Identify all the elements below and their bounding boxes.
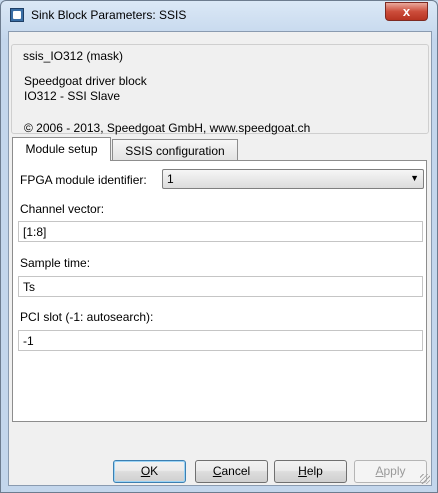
close-icon: x — [402, 4, 411, 19]
chevron-down-icon: ▼ — [410, 173, 419, 183]
mask-legend: ssis_IO312 (mask) — [20, 49, 127, 63]
copyright-text: © 2006 - 2013, Speedgoat GmbH, www.speed… — [24, 121, 311, 135]
fpga-module-select[interactable]: 1 ▼ — [162, 169, 424, 189]
apply-button[interactable]: Apply — [354, 460, 427, 483]
title-bar[interactable]: Sink Block Parameters: SSIS x — [1, 1, 437, 31]
pci-slot-field[interactable] — [18, 330, 423, 351]
apply-mnemonic: A — [375, 464, 384, 478]
ok-mnemonic: O — [140, 464, 151, 478]
window-title: Sink Block Parameters: SSIS — [31, 8, 187, 22]
channel-vector-field[interactable] — [18, 221, 423, 242]
description-line-2: IO312 - SSI Slave — [24, 89, 121, 103]
apply-label-rest: pply — [383, 464, 406, 478]
dialog-window: Sink Block Parameters: SSIS x ssis_IO312… — [0, 0, 438, 493]
cancel-label-rest: ancel — [221, 464, 251, 478]
mask-description-group: ssis_IO312 (mask) Speedgoat driver block… — [11, 44, 429, 135]
app-icon — [10, 8, 24, 22]
sample-time-label: Sample time: — [20, 256, 91, 270]
close-button[interactable]: x — [385, 2, 428, 21]
help-mnemonic: H — [298, 464, 307, 478]
fpga-module-value: 1 — [167, 172, 174, 186]
description-line-1: Speedgoat driver block — [24, 74, 147, 88]
fpga-module-label: FPGA module identifier: — [20, 173, 147, 187]
channel-vector-label: Channel vector: — [20, 202, 105, 216]
dialog-client-area: ssis_IO312 (mask) Speedgoat driver block… — [8, 31, 432, 486]
sample-time-field[interactable] — [18, 276, 423, 297]
module-setup-panel: FPGA module identifier: 1 ▼ Channel vect… — [12, 160, 427, 422]
tab-ssis-configuration[interactable]: SSIS configuration — [112, 139, 238, 160]
help-label-rest: elp — [306, 464, 323, 478]
ok-label-rest: K — [150, 464, 159, 478]
cancel-button[interactable]: Cancel — [195, 460, 268, 483]
tab-module-setup[interactable]: Module setup — [12, 137, 111, 161]
ok-button[interactable]: OK — [113, 460, 186, 483]
help-button[interactable]: Help — [274, 460, 347, 483]
resize-grip-icon[interactable] — [420, 474, 430, 484]
pci-slot-label: PCI slot (-1: autosearch): — [20, 310, 154, 324]
